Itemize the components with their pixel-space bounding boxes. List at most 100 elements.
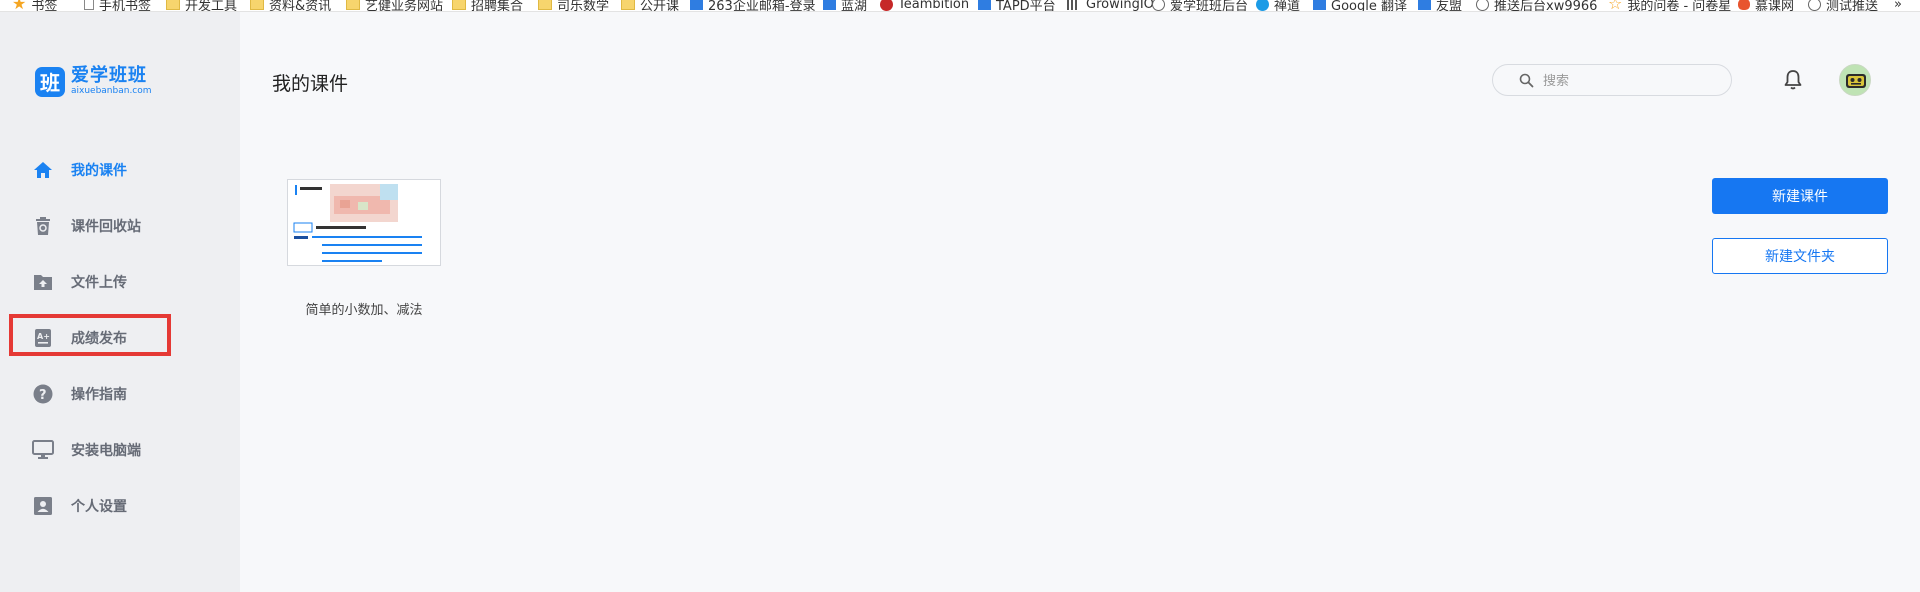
sidebar-item-my-courseware[interactable]: 我的课件 bbox=[0, 150, 240, 190]
bookmark-item[interactable]: 测试推送 bbox=[1808, 0, 1879, 12]
logo-badge: 班 bbox=[35, 66, 65, 97]
svg-text:?: ? bbox=[39, 388, 47, 403]
globe-icon bbox=[1476, 0, 1489, 11]
bookmark-label: 公开课 bbox=[640, 0, 680, 12]
bookmark-item[interactable]: Teambition bbox=[880, 0, 970, 12]
new-folder-button[interactable]: 新建文件夹 bbox=[1712, 238, 1888, 274]
growingio-icon bbox=[1067, 0, 1081, 10]
sidebar-item-label: 操作指南 bbox=[71, 387, 127, 403]
user-card-icon bbox=[32, 495, 54, 517]
globe-icon bbox=[1808, 0, 1821, 11]
logo-domain: aixuebanban.com bbox=[71, 86, 152, 96]
bell-icon[interactable] bbox=[1783, 69, 1803, 91]
bookmark-label: Teambition bbox=[898, 0, 970, 12]
sidebar-item-recycle-bin[interactable]: 课件回收站 bbox=[0, 206, 240, 246]
bookmark-item[interactable]: ★ 书签 bbox=[12, 0, 58, 12]
courseware-thumbnail bbox=[288, 180, 440, 265]
search-icon bbox=[1519, 73, 1534, 88]
bookmark-label: 推送后台xw9966 bbox=[1494, 0, 1598, 12]
bookmark-label: 手机书签 bbox=[99, 0, 152, 12]
bookmark-item[interactable]: Google 翻译 bbox=[1313, 0, 1407, 12]
bookmark-label: 艺健业务网站 bbox=[365, 0, 444, 12]
bookmark-label: 招聘集合 bbox=[471, 0, 524, 12]
bookmark-label: 测试推送 bbox=[1826, 0, 1879, 12]
folder-icon bbox=[538, 0, 552, 10]
sidebar-item-guide[interactable]: ? 操作指南 bbox=[0, 374, 240, 414]
imooc-icon bbox=[1738, 0, 1750, 10]
folder-icon bbox=[166, 0, 180, 10]
bookmark-item[interactable]: 招聘集合 bbox=[452, 0, 524, 12]
home-icon bbox=[32, 159, 54, 181]
bookmark-item[interactable]: 推送后台xw9966 bbox=[1476, 0, 1598, 12]
upload-folder-icon bbox=[32, 271, 54, 293]
sidebar-item-file-upload[interactable]: 文件上传 bbox=[0, 262, 240, 302]
sidebar-item-label: 安装电脑端 bbox=[71, 443, 141, 459]
help-icon: ? bbox=[32, 383, 54, 405]
folder-icon bbox=[621, 0, 635, 10]
bookmark-item[interactable]: 禅道 bbox=[1256, 0, 1301, 12]
bookmark-item[interactable]: GrowingIO bbox=[1067, 0, 1154, 12]
double-chevron-right-icon: » bbox=[1894, 0, 1902, 12]
phone-icon bbox=[84, 0, 94, 10]
new-courseware-button[interactable]: 新建课件 bbox=[1712, 178, 1888, 214]
bookmark-label: 慕课网 bbox=[1755, 0, 1795, 12]
trash-icon bbox=[32, 215, 54, 237]
bookmarks-bar: ★ 书签 手机书签 开发工具 资料&资讯 艺健业务网站 招聘集合 司乐数学 公开课… bbox=[0, 0, 1920, 12]
sidebar-item-label: 文件上传 bbox=[71, 275, 127, 291]
lanhu-icon bbox=[823, 0, 836, 10]
sidebar-item-label: 我的课件 bbox=[71, 163, 127, 179]
wjx-icon: ☆ bbox=[1608, 0, 1623, 12]
bookmark-label: 开发工具 bbox=[185, 0, 238, 12]
folder-icon bbox=[452, 0, 466, 10]
courseware-card[interactable] bbox=[287, 179, 441, 266]
bookmark-label: Google 翻译 bbox=[1331, 0, 1407, 12]
sidebar-item-install-desktop[interactable]: 安装电脑端 bbox=[0, 430, 240, 470]
bookmarks-overflow-button[interactable]: » bbox=[1894, 0, 1902, 12]
bookmark-item[interactable]: 友盟 bbox=[1418, 0, 1463, 12]
folder-icon bbox=[250, 0, 264, 10]
bookmark-item[interactable]: 慕课网 bbox=[1738, 0, 1795, 12]
umeng-icon bbox=[1418, 0, 1431, 10]
logo[interactable]: 班 爱学班班 aixuebanban.com bbox=[35, 66, 152, 97]
globe-icon bbox=[1152, 0, 1165, 11]
zentao-icon bbox=[1256, 0, 1269, 11]
bookmark-item[interactable]: TAPD平台 bbox=[978, 0, 1056, 12]
sidebar-item-personal-settings[interactable]: 个人设置 bbox=[0, 486, 240, 526]
page-title: 我的课件 bbox=[272, 73, 349, 95]
star-icon: ★ bbox=[12, 0, 27, 12]
bookmark-label: 资料&资讯 bbox=[269, 0, 332, 12]
highlight-annotation-box bbox=[9, 314, 171, 356]
courseware-title[interactable]: 简单的小数加、减法 bbox=[287, 299, 441, 318]
bookmark-item[interactable]: 资料&资讯 bbox=[250, 0, 332, 12]
bookmark-item[interactable]: 开发工具 bbox=[166, 0, 238, 12]
bookmark-item[interactable]: ☆ 我的问卷 - 问卷星 bbox=[1608, 0, 1732, 12]
bookmark-label: 书签 bbox=[31, 0, 58, 12]
mail-icon bbox=[690, 0, 703, 10]
sidebar-item-label: 课件回收站 bbox=[71, 219, 141, 235]
tapd-icon bbox=[978, 0, 991, 10]
bookmark-label: 禅道 bbox=[1274, 0, 1301, 12]
teambition-icon bbox=[880, 0, 893, 11]
bookmark-item[interactable]: 艺健业务网站 bbox=[346, 0, 444, 12]
bookmark-label: 爱学班班后台 bbox=[1170, 0, 1249, 12]
bookmark-label: 我的问卷 - 问卷星 bbox=[1627, 0, 1732, 12]
sidebar-item-label: 个人设置 bbox=[71, 499, 127, 515]
bookmark-label: 友盟 bbox=[1436, 0, 1463, 12]
bookmark-item[interactable]: 爱学班班后台 bbox=[1152, 0, 1249, 12]
bookmark-label: TAPD平台 bbox=[996, 0, 1056, 12]
bookmark-item[interactable]: 手机书签 bbox=[84, 0, 152, 12]
bookmark-item[interactable]: 263企业邮箱-登录 bbox=[690, 0, 816, 12]
bookmark-label: 蓝湖 bbox=[841, 0, 868, 12]
search-box[interactable] bbox=[1492, 64, 1732, 96]
bookmark-label: GrowingIO bbox=[1086, 0, 1154, 12]
monitor-icon bbox=[32, 439, 54, 461]
avatar[interactable] bbox=[1839, 64, 1871, 96]
bookmark-item[interactable]: 司乐数学 bbox=[538, 0, 610, 12]
bookmark-label: 司乐数学 bbox=[557, 0, 610, 12]
logo-name: 爱学班班 bbox=[71, 65, 147, 86]
bookmark-label: 263企业邮箱-登录 bbox=[708, 0, 816, 12]
sidebar: 班 爱学班班 aixuebanban.com 我的课件 课件回收站 文件上传 A… bbox=[0, 12, 240, 592]
bookmark-item[interactable]: 蓝湖 bbox=[823, 0, 868, 12]
search-input[interactable] bbox=[1543, 71, 1713, 91]
bookmark-item[interactable]: 公开课 bbox=[621, 0, 680, 12]
